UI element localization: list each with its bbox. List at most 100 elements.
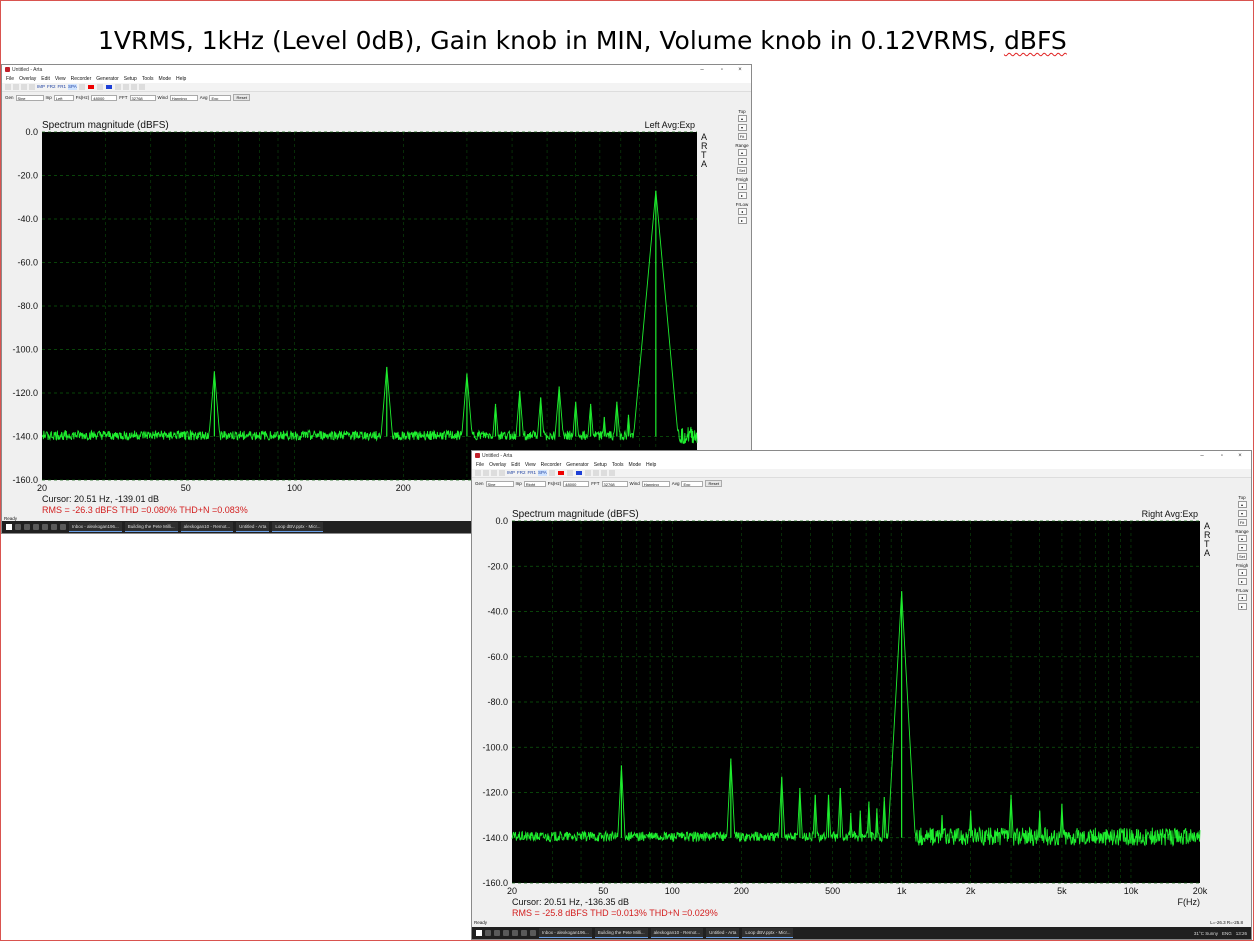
task-view-icon[interactable] [503, 930, 509, 936]
top-up-button[interactable]: ▴ [737, 115, 747, 122]
title-bar[interactable]: Untitled - Arta – ▫ × [472, 451, 1251, 461]
set-button[interactable]: Set [1236, 553, 1247, 560]
taskbar-item-inbox[interactable]: Inbox - alexkogan196... [539, 928, 592, 938]
taskbar-item-building[interactable]: Building the Pete Milli... [594, 928, 648, 938]
arta-window-right[interactable]: Untitled - Arta – ▫ × File Overlay Edit … [471, 450, 1252, 940]
search-icon[interactable] [15, 524, 21, 530]
chart-icon[interactable] [114, 84, 121, 90]
open-icon[interactable] [483, 470, 489, 476]
new-icon[interactable] [475, 470, 481, 476]
taskbar-item-arta[interactable]: Untitled - Arta [706, 928, 740, 938]
menu-generator[interactable]: Generator [96, 75, 119, 83]
forward-icon[interactable] [96, 84, 103, 90]
top-down-button[interactable]: ▾ [1237, 510, 1247, 517]
maximize-icon[interactable]: ▫ [713, 65, 731, 75]
stop-icon[interactable] [105, 85, 112, 89]
range-up-button[interactable]: ▴ [737, 149, 747, 156]
wind-select[interactable]: Hanning [169, 94, 198, 101]
edge-icon[interactable] [512, 930, 518, 936]
arrow-icon[interactable] [122, 84, 129, 90]
range-up-button[interactable]: ▴ [1237, 535, 1247, 542]
menu-view[interactable]: View [55, 75, 66, 83]
set-button[interactable]: Set [736, 167, 747, 174]
maximize-icon[interactable]: ▫ [1213, 451, 1231, 461]
chrome-icon[interactable] [60, 524, 66, 530]
flow-left-button[interactable]: ◂ [1237, 594, 1247, 601]
stop-icon[interactable] [575, 471, 582, 475]
play-icon[interactable] [78, 84, 85, 90]
settings-icon[interactable] [138, 84, 145, 90]
menu-setup[interactable]: Setup [124, 75, 137, 83]
fhigh-right-button[interactable]: ▸ [737, 192, 747, 199]
menu-tools[interactable]: Tools [612, 461, 624, 469]
arrow-icon[interactable] [592, 470, 599, 476]
menu-file[interactable]: File [476, 461, 484, 469]
spa-button[interactable]: SPA [68, 84, 77, 90]
close-icon[interactable]: × [1231, 451, 1249, 461]
print-icon[interactable] [29, 84, 35, 90]
fr2-button[interactable]: FR2 [47, 84, 56, 90]
chart-icon[interactable] [584, 470, 591, 476]
fr1-button[interactable]: FR1 [58, 84, 67, 90]
weather-text[interactable]: 31°C Sunny [1194, 931, 1218, 936]
settings-icon[interactable] [608, 470, 615, 476]
windows-start-icon[interactable] [6, 524, 12, 530]
zoom-icon[interactable] [600, 470, 607, 476]
avg-select[interactable]: Exp [209, 94, 232, 101]
new-icon[interactable] [5, 84, 11, 90]
menu-edit[interactable]: Edit [511, 461, 520, 469]
imp-button[interactable]: IMP [507, 470, 515, 476]
menu-recorder[interactable]: Recorder [541, 461, 562, 469]
taskbar-item-pptx[interactable]: Loop dBV.pptx - Micr... [272, 522, 324, 532]
windows-start-icon[interactable] [476, 930, 482, 936]
spa-button[interactable]: SPA [538, 470, 547, 476]
title-bar[interactable]: Untitled - Arta – ▫ × [2, 65, 751, 75]
top-up-button[interactable]: ▴ [1237, 501, 1247, 508]
menu-setup[interactable]: Setup [594, 461, 607, 469]
gen-select[interactable]: Sine [15, 94, 44, 101]
fit-button[interactable]: Fit [1237, 519, 1247, 526]
menu-view[interactable]: View [525, 461, 536, 469]
edge-icon[interactable] [42, 524, 48, 530]
menu-file[interactable]: File [6, 75, 14, 83]
fs-select[interactable]: 48000 [91, 94, 118, 101]
fr2-button[interactable]: FR2 [517, 470, 526, 476]
print-icon[interactable] [499, 470, 505, 476]
cortana-icon[interactable] [24, 524, 30, 530]
chrome-icon[interactable] [530, 930, 536, 936]
menu-mode[interactable]: Mode [629, 461, 642, 469]
fs-select[interactable]: 48000 [563, 480, 590, 487]
close-icon[interactable]: × [731, 65, 749, 75]
range-down-button[interactable]: ▾ [1237, 544, 1247, 551]
play-icon[interactable] [548, 470, 555, 476]
menu-edit[interactable]: Edit [41, 75, 50, 83]
flow-left-button[interactable]: ◂ [737, 208, 747, 215]
taskbar-item-remote[interactable]: alexkogan10 - Remot... [180, 522, 234, 532]
fit-button[interactable]: Fit [737, 133, 747, 140]
minimize-icon[interactable]: – [1193, 451, 1211, 461]
pause-icon[interactable] [21, 84, 27, 90]
folder-icon[interactable] [521, 930, 527, 936]
flow-right-button[interactable]: ▸ [1237, 603, 1247, 610]
task-view-icon[interactable] [33, 524, 39, 530]
avg-select[interactable]: Exp [681, 480, 704, 487]
fhigh-right-button[interactable]: ▸ [1237, 578, 1247, 585]
top-down-button[interactable]: ▾ [737, 124, 747, 131]
inp-select[interactable]: Right [523, 480, 546, 487]
fhigh-left-button[interactable]: ◂ [1237, 569, 1247, 576]
menu-recorder[interactable]: Recorder [71, 75, 92, 83]
reset-button[interactable]: Reset [233, 94, 250, 101]
language-indicator[interactable]: ENG [1222, 931, 1232, 936]
menu-overlay[interactable]: Overlay [19, 75, 36, 83]
taskbar-item-arta[interactable]: Untitled - Arta [236, 522, 270, 532]
menu-tools[interactable]: Tools [142, 75, 154, 83]
imp-button[interactable]: IMP [37, 84, 45, 90]
search-icon[interactable] [485, 930, 491, 936]
cortana-icon[interactable] [494, 930, 500, 936]
gen-select[interactable]: Sine [485, 480, 514, 487]
flow-right-button[interactable]: ▸ [737, 217, 747, 224]
forward-icon[interactable] [566, 470, 573, 476]
taskbar-item-remote[interactable]: alexkogan10 - Remot... [650, 928, 704, 938]
menu-generator[interactable]: Generator [566, 461, 589, 469]
pause-icon[interactable] [491, 470, 497, 476]
